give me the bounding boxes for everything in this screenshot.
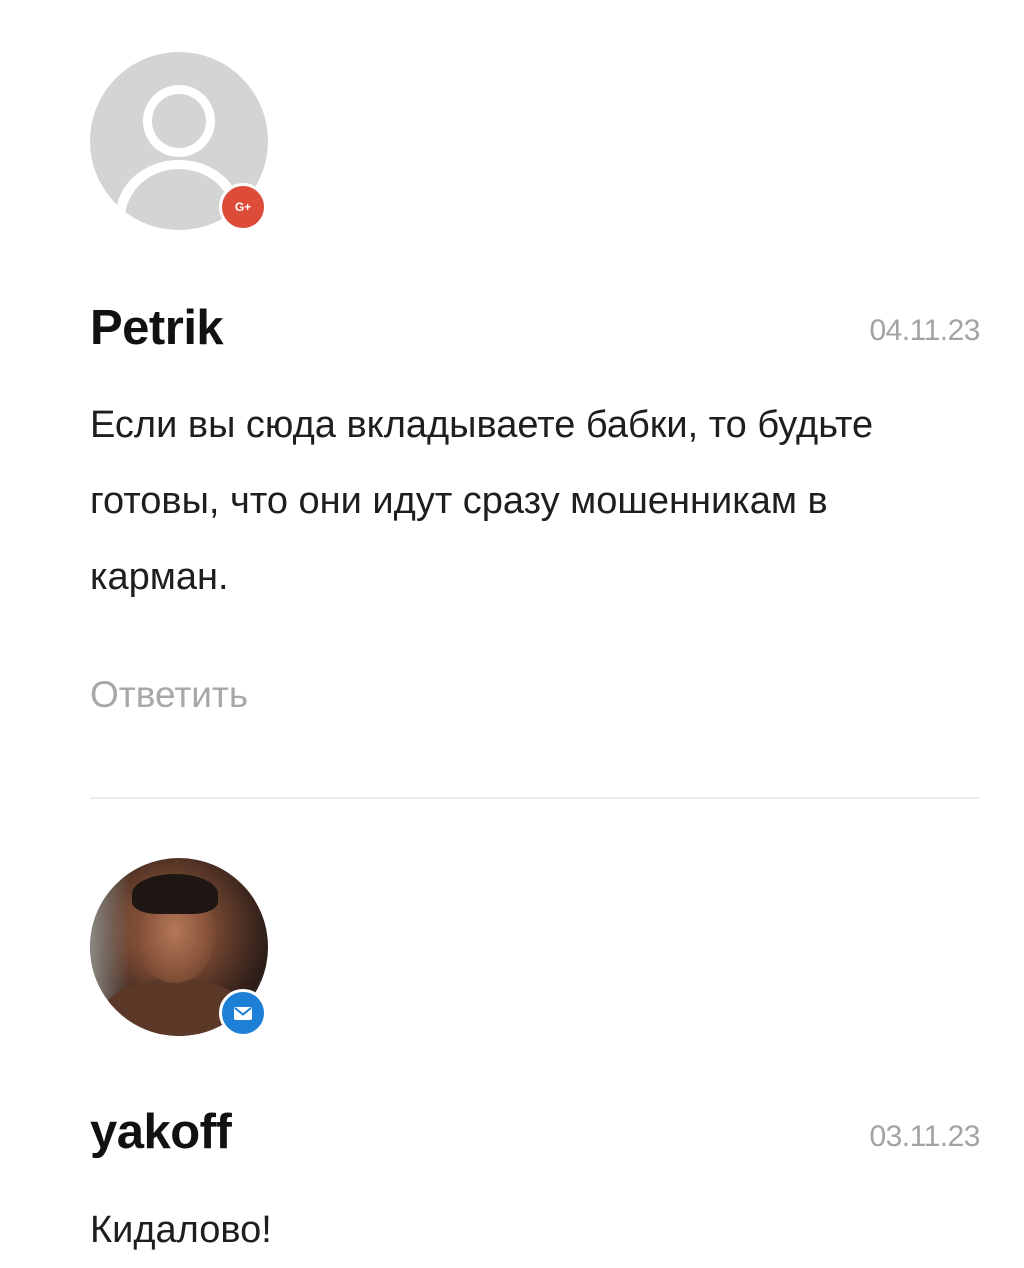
comment-date: 04.11.23	[869, 314, 980, 347]
comment-text: Если вы сюда вкладываете бабки, то будьт…	[90, 404, 874, 598]
comment-date: 03.11.23	[869, 1120, 980, 1153]
comment-item: G+ Petrik 04.11.23 Если вы сюда вкладыва…	[90, 52, 980, 752]
google-plus-icon: G+	[219, 183, 267, 231]
comment-item: yakoff 03.11.23 Кидалово!	[90, 858, 980, 1265]
avatar[interactable]: G+	[90, 52, 268, 231]
comment-author[interactable]: Petrik	[90, 300, 224, 356]
comment-text: Кидалово!	[90, 1209, 272, 1251]
comment-author[interactable]: yakoff	[90, 1104, 232, 1160]
reply-button[interactable]: Ответить	[90, 674, 248, 716]
mail-icon	[219, 989, 267, 1037]
avatar[interactable]	[90, 858, 268, 1037]
comment-divider	[90, 797, 980, 799]
